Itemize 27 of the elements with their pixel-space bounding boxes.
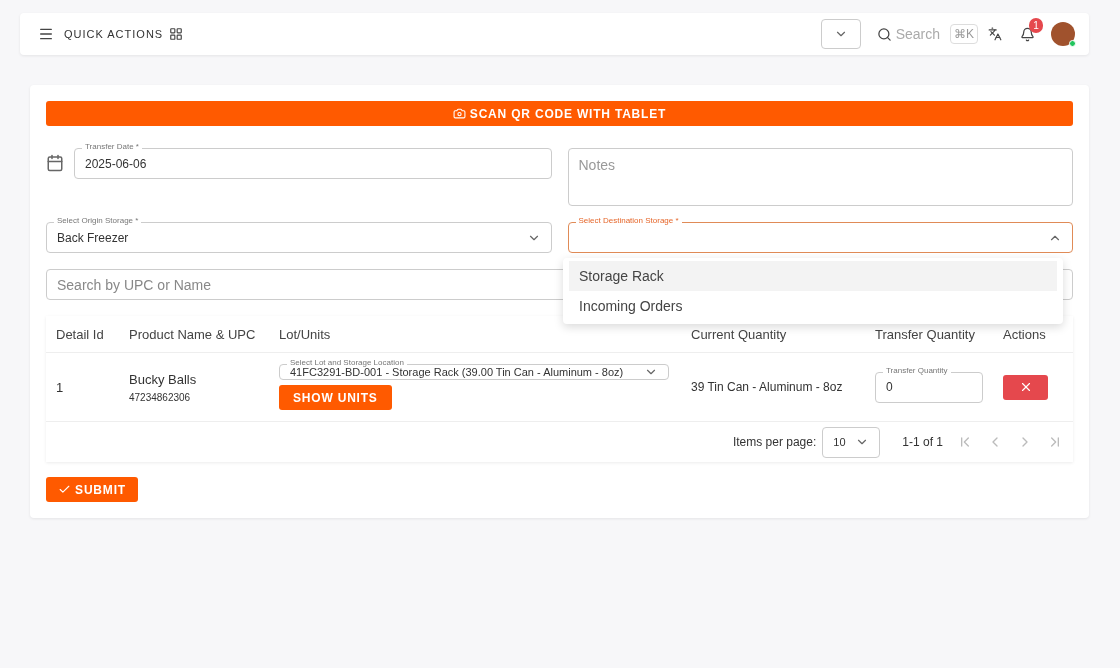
- column-header: Product Name & UPC: [129, 326, 257, 342]
- translate-icon[interactable]: [988, 27, 1002, 41]
- bell-icon[interactable]: [1020, 26, 1035, 42]
- menu-icon[interactable]: [38, 26, 54, 42]
- dropdown-option[interactable]: Storage Rack: [569, 261, 1057, 291]
- user-avatar[interactable]: [1051, 22, 1075, 46]
- calendar-icon[interactable]: [46, 154, 64, 172]
- check-icon: [58, 483, 72, 496]
- product-upc: 47234862306: [129, 391, 192, 403]
- column-header: Actions: [1003, 326, 1047, 342]
- items-per-page-label: Items per page:: [732, 435, 817, 449]
- column-header: Detail Id: [56, 326, 105, 342]
- notification-badge: 1: [1029, 17, 1043, 33]
- column-header: Transfer Quantity: [875, 326, 976, 342]
- shortcut-hint: ⌘K: [950, 24, 978, 44]
- table-cell-text: 1: [56, 379, 65, 395]
- delete-button[interactable]: [1003, 374, 1048, 400]
- table-cell-text: 39 Tin Can - Aluminum - 8oz: [691, 380, 844, 394]
- camera-icon: [452, 107, 466, 120]
- select-field[interactable]: [820, 19, 861, 49]
- column-header: Current Quantity: [691, 326, 788, 342]
- product-name: Bucky Balls: [129, 371, 198, 387]
- quick-actions-label[interactable]: QUICK ACTIONS: [64, 28, 164, 40]
- column-header: Lot/Units: [279, 326, 332, 342]
- search-icon[interactable]: [876, 26, 892, 42]
- page-range: 1-1 of 1: [902, 435, 943, 449]
- per-page-select[interactable]: 10: [822, 426, 881, 458]
